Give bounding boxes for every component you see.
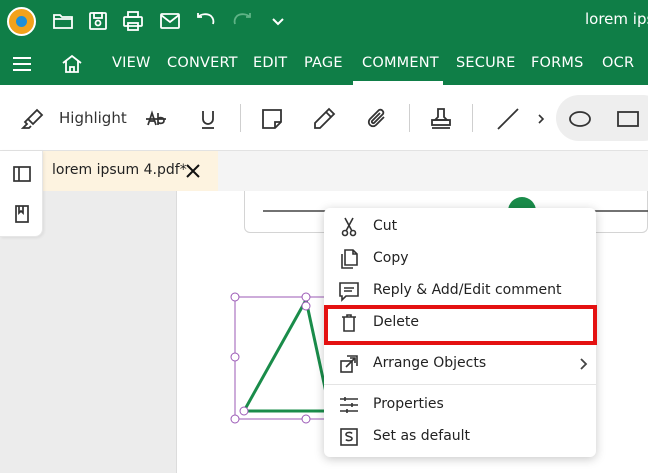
selection-handle xyxy=(301,301,311,311)
bookmark-icon[interactable] xyxy=(11,203,33,225)
selection-handle xyxy=(230,352,240,362)
menu-item-label: Reply & Add/Edit comment xyxy=(373,282,562,298)
menu-item-cut[interactable]: Cut xyxy=(324,212,596,242)
selection-handle xyxy=(301,292,311,302)
highlight-annotation-box xyxy=(324,305,597,345)
menu-item-copy[interactable]: Copy xyxy=(324,244,596,274)
menu-item-label: Copy xyxy=(373,250,409,266)
menu-item-label: Set as default xyxy=(373,428,471,444)
selection-handle xyxy=(230,414,240,424)
scissors-icon xyxy=(338,216,360,238)
menu-item-reply-comment[interactable]: Reply & Add/Edit comment xyxy=(324,276,596,306)
set-default-icon xyxy=(338,426,360,448)
menu-item-label: Cut xyxy=(373,218,398,234)
submenu-arrow-icon xyxy=(574,354,592,374)
menu-item-label: Arrange Objects xyxy=(373,355,487,371)
menu-item-properties[interactable]: Properties xyxy=(324,390,596,420)
selection-handle xyxy=(230,292,240,302)
copy-icon xyxy=(338,248,360,270)
arrange-icon xyxy=(338,353,360,375)
selection-handle xyxy=(301,414,311,424)
menu-item-set-as-default[interactable]: Set as default xyxy=(324,422,596,452)
menu-divider xyxy=(324,384,596,385)
menu-item-arrange-objects[interactable]: Arrange Objects xyxy=(324,349,596,379)
sliders-icon xyxy=(338,394,360,416)
menu-item-label: Properties xyxy=(373,396,444,412)
comment-icon xyxy=(338,280,360,302)
selection-handle xyxy=(239,406,249,416)
side-panel-toggles xyxy=(0,151,43,237)
panel-toggle-icon[interactable] xyxy=(11,163,33,185)
